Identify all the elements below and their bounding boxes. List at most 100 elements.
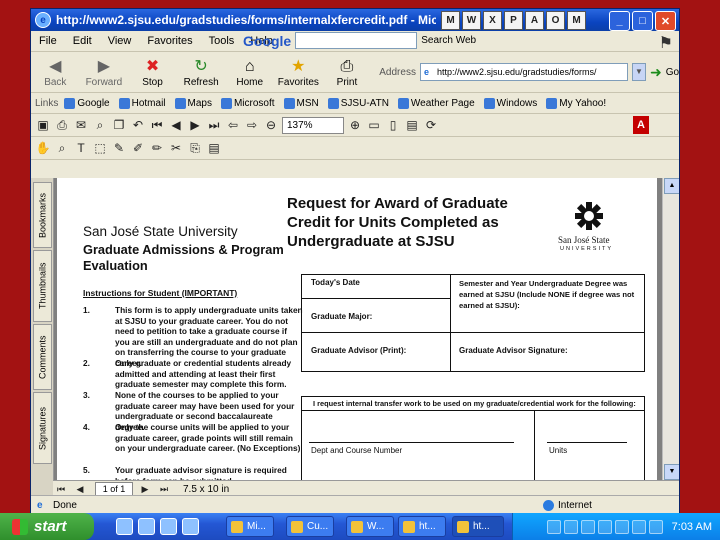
page-number-input[interactable]: 1 of 1	[95, 482, 133, 496]
quick-launch-media-icon[interactable]	[182, 518, 199, 535]
go-arrow-icon[interactable]: ➜	[650, 64, 662, 81]
actual-size-icon[interactable]: ▭	[366, 117, 382, 133]
scroll-down-button[interactable]: ▼	[664, 464, 679, 480]
text-select-icon[interactable]: T	[73, 140, 89, 156]
attach-tool-icon[interactable]: ⎘	[187, 140, 203, 156]
advisor-print-field[interactable]: Graduate Advisor (Print):	[311, 346, 406, 355]
google-logo[interactable]: Google	[243, 33, 291, 49]
app-icon-5[interactable]: A	[525, 11, 544, 30]
next-page-icon[interactable]: ▶	[187, 117, 203, 133]
undo-icon[interactable]: ↶	[130, 117, 146, 133]
favorites-button[interactable]: ★ Favorites	[274, 57, 323, 88]
task-button[interactable]: W...	[346, 516, 394, 537]
start-button[interactable]: start	[0, 513, 94, 540]
forward-button[interactable]: ▶ Forward	[80, 57, 129, 88]
app-icon-6[interactable]: O	[546, 11, 565, 30]
graduate-major-field[interactable]: Graduate Major:	[311, 312, 372, 321]
menu-file[interactable]: File	[31, 35, 65, 47]
zoom-tool-icon[interactable]: ⌕	[54, 140, 70, 156]
maximize-button[interactable]: □	[632, 11, 653, 31]
link-google[interactable]: Google	[64, 97, 110, 109]
tray-icon[interactable]	[648, 519, 663, 534]
link-my-yahoo[interactable]: My Yahoo!	[546, 97, 606, 109]
note-tool-icon[interactable]: ✎	[111, 140, 127, 156]
task-button-active[interactable]: ht...	[452, 516, 504, 537]
quick-launch-desktop-icon[interactable]	[160, 518, 177, 535]
pages-tool-icon[interactable]: ▤	[206, 140, 222, 156]
pencil-tool-icon[interactable]: ✐	[130, 140, 146, 156]
next-view-icon[interactable]: ⇨	[244, 117, 260, 133]
semester-degree-field[interactable]: Semester and Year Undergraduate Degree w…	[459, 278, 637, 311]
fit-page-icon[interactable]: ▯	[385, 117, 401, 133]
highlight-tool-icon[interactable]: ✏	[149, 140, 165, 156]
address-input[interactable]: http://www2.sjsu.edu/gradstudies/forms/	[419, 63, 628, 81]
task-button[interactable]: ht...	[398, 516, 446, 537]
home-button[interactable]: ⌂ Home	[225, 57, 274, 88]
menu-edit[interactable]: Edit	[65, 35, 100, 47]
save-icon[interactable]: ▣	[35, 117, 51, 133]
vertical-scrollbar[interactable]: ▲ ▼	[662, 178, 679, 480]
prev-page-icon[interactable]: ◀	[168, 117, 184, 133]
graphics-select-icon[interactable]: ⬚	[92, 140, 108, 156]
close-button[interactable]: ✕	[655, 11, 676, 31]
scroll-up-button[interactable]: ▲	[664, 178, 679, 194]
tab-thumbnails[interactable]: Thumbnails	[33, 250, 52, 322]
app-icon-2[interactable]: W	[462, 11, 481, 30]
zoom-out-icon[interactable]: ⊖	[263, 117, 279, 133]
link-windows[interactable]: Windows	[483, 97, 537, 109]
menu-view[interactable]: View	[100, 35, 140, 47]
todays-date-field[interactable]: Today's Date	[311, 278, 360, 287]
zoom-in-icon[interactable]: ⊕	[347, 117, 363, 133]
task-button[interactable]: Mi...	[226, 516, 274, 537]
go-button[interactable]: Go	[666, 67, 679, 78]
prev-view-icon[interactable]: ⇦	[225, 117, 241, 133]
first-page-icon[interactable]: ⏮	[149, 117, 165, 133]
link-weather[interactable]: Weather Page	[397, 97, 475, 109]
menu-favorites[interactable]: Favorites	[139, 35, 200, 47]
tray-icon[interactable]	[563, 519, 578, 534]
units-line[interactable]	[547, 442, 627, 443]
google-search-button[interactable]: Search Web	[421, 35, 476, 46]
app-icon-7[interactable]: M	[567, 11, 586, 30]
advisor-signature-field[interactable]: Graduate Advisor Signature:	[459, 346, 568, 355]
link-sjsu-atn[interactable]: SJSU-ATN	[327, 97, 389, 109]
print-button[interactable]: ⎙ Print	[323, 57, 372, 88]
link-hotmail[interactable]: Hotmail	[118, 97, 166, 109]
tray-icon[interactable]	[546, 519, 561, 534]
tray-icon[interactable]	[631, 519, 646, 534]
stop-button[interactable]: ✖ Stop	[128, 57, 177, 88]
tab-bookmarks[interactable]: Bookmarks	[33, 182, 52, 248]
hand-tool-icon[interactable]: ✋	[35, 140, 51, 156]
rotate-icon[interactable]: ⟳	[423, 117, 439, 133]
link-msn[interactable]: MSN	[283, 97, 319, 109]
fit-width-icon[interactable]: ▤	[404, 117, 420, 133]
back-button[interactable]: ◀ Back	[31, 57, 80, 88]
zoom-level-input[interactable]: 137%	[282, 116, 344, 134]
quick-launch-outlook-icon[interactable]	[138, 518, 155, 535]
tab-comments[interactable]: Comments	[33, 324, 52, 390]
address-dropdown[interactable]: ▼	[631, 63, 646, 81]
link-maps[interactable]: Maps	[174, 97, 212, 109]
print-icon[interactable]: ⎙	[54, 117, 70, 133]
email-icon[interactable]: ✉	[73, 117, 89, 133]
stamp-tool-icon[interactable]: ✂	[168, 140, 184, 156]
app-icon-4[interactable]: P	[504, 11, 523, 30]
last-page-icon[interactable]: ⏭	[206, 117, 222, 133]
copy-icon[interactable]: ❐	[111, 117, 127, 133]
google-search-input[interactable]	[295, 32, 418, 49]
refresh-button[interactable]: ↻ Refresh	[177, 57, 226, 88]
tray-icon[interactable]	[614, 519, 629, 534]
clock[interactable]: 7:03 AM	[672, 521, 712, 533]
quick-launch-ie-icon[interactable]	[116, 518, 133, 535]
app-icon-3[interactable]: X	[483, 11, 502, 30]
tab-signatures[interactable]: Signatures	[33, 392, 52, 464]
app-icon-1[interactable]: M	[441, 11, 460, 30]
link-microsoft[interactable]: Microsoft	[220, 97, 275, 109]
task-button[interactable]: Cu...	[286, 516, 334, 537]
search-icon[interactable]: ⌕	[92, 117, 108, 133]
tray-icon[interactable]	[597, 519, 612, 534]
minimize-button[interactable]: _	[609, 11, 630, 31]
course-number-line[interactable]	[309, 442, 514, 443]
tray-icon[interactable]	[580, 519, 595, 534]
menu-tools[interactable]: Tools	[201, 35, 243, 47]
